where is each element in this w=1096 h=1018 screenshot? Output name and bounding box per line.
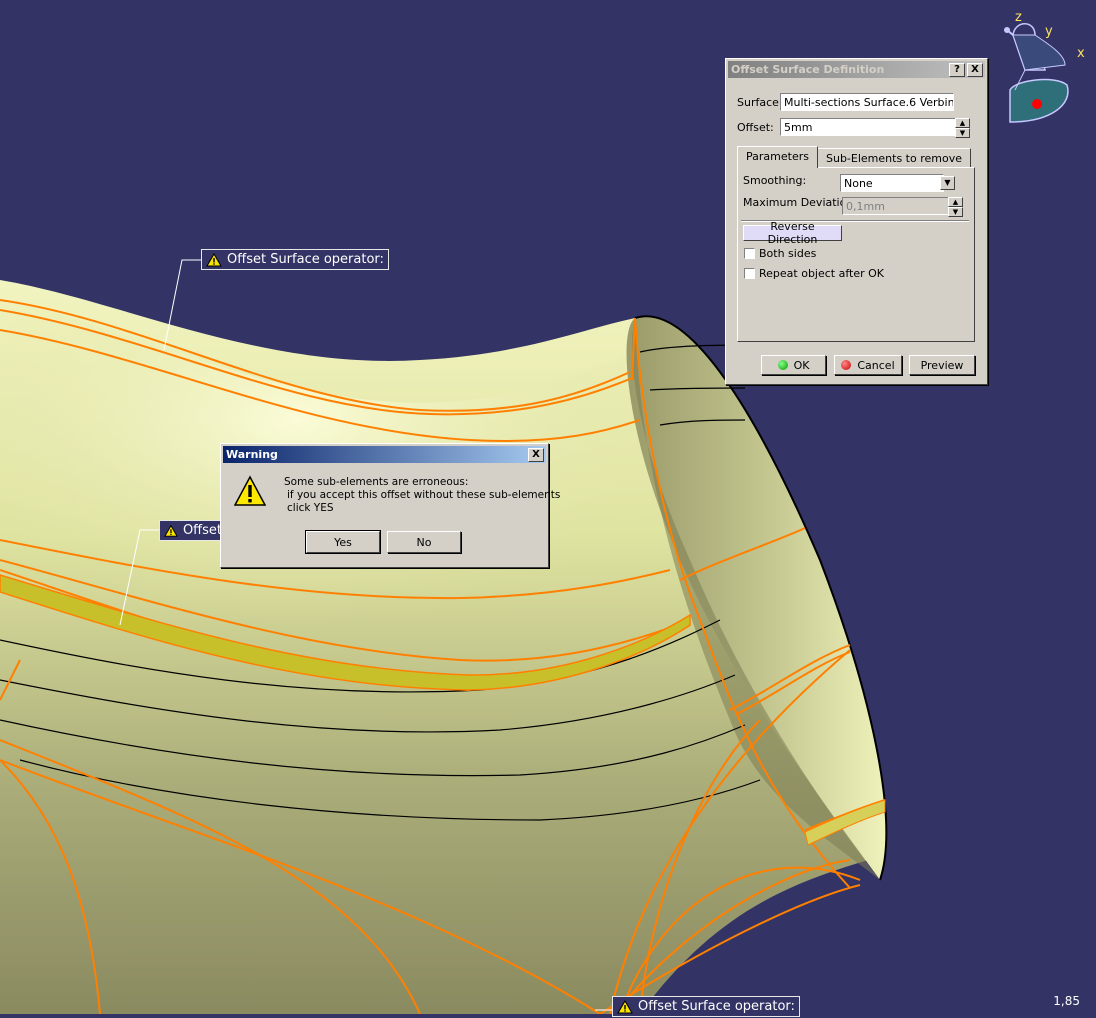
offset-surface-callout-1[interactable]: Offset Surface operator:	[201, 249, 389, 270]
cancel-label: Cancel	[857, 358, 895, 372]
warning-triangle-icon	[206, 252, 222, 266]
spin-down-icon[interactable]: ▼	[955, 128, 970, 138]
warning-triangle-icon	[617, 999, 633, 1013]
warning-titlebar[interactable]: Warning X	[223, 446, 546, 463]
warning-title: Warning	[226, 448, 278, 461]
spin-up-icon[interactable]: ▲	[955, 118, 970, 128]
both-sides-checkbox[interactable]	[744, 248, 755, 259]
ok-button[interactable]: OK	[761, 355, 826, 375]
repeat-object-checkbox[interactable]	[744, 268, 755, 279]
compass-y-label: y	[1045, 24, 1053, 39]
zoom-readout: 1,85	[1053, 994, 1080, 1008]
cancel-button[interactable]: Cancel	[834, 355, 902, 375]
compass-icon[interactable]	[995, 10, 1090, 125]
warning-line-3: click YES	[287, 502, 334, 514]
tab-sub-elements-to-remove[interactable]: Sub-Elements to remove	[817, 148, 971, 168]
max-deviation-label: Maximum Deviation:	[743, 196, 858, 209]
offset-label: Offset:	[737, 121, 774, 134]
warning-close-button[interactable]: X	[528, 447, 544, 462]
cancel-icon	[841, 360, 852, 370]
warning-line-1: Some sub-elements are erroneous:	[284, 476, 469, 488]
warning-triangle-icon	[164, 524, 178, 537]
offset-surface-callout-2[interactable]: Offset	[159, 520, 227, 541]
callout-label: Offset Surface operator:	[227, 252, 384, 267]
surface-field[interactable]: Multi-sections Surface.6 Verbindung	[780, 93, 954, 111]
both-sides-label: Both sides	[759, 247, 817, 260]
max-deviation-field: 0,1mm	[842, 197, 949, 215]
warning-line-2: if you accept this offset without these …	[287, 489, 561, 501]
compass-x-label: x	[1077, 46, 1085, 61]
offset-spinner[interactable]: ▲ ▼	[955, 118, 970, 138]
compass-z-label: z	[1015, 10, 1022, 25]
help-button[interactable]: ?	[949, 62, 965, 77]
spin-down-icon: ▼	[948, 207, 963, 217]
smoothing-dropdown-button[interactable]: ▼	[940, 176, 955, 190]
surface-label: Surface:	[737, 96, 783, 109]
reverse-direction-button[interactable]: Reverse Direction	[743, 220, 842, 246]
max-deviation-spinner: ▲ ▼	[948, 197, 963, 217]
dialog-titlebar[interactable]: Offset Surface Definition ? X	[728, 61, 985, 78]
repeat-object-label: Repeat object after OK	[759, 267, 885, 280]
no-button[interactable]: No	[387, 531, 461, 553]
close-button[interactable]: X	[967, 62, 983, 77]
smoothing-select[interactable]: None	[840, 174, 944, 192]
offset-surface-dialog[interactable]: Offset Surface Definition ? X Surface: M…	[725, 58, 988, 385]
warning-dialog[interactable]: Warning X Some sub-elements are erroneou…	[220, 443, 560, 568]
smoothing-label: Smoothing:	[743, 174, 807, 187]
offset-field[interactable]: 5mm	[780, 118, 956, 136]
ok-icon	[777, 360, 788, 370]
callout-label: Offset	[182, 523, 222, 538]
parameters-panel: Smoothing: None ▼ Maximum Deviation: 0,1…	[737, 167, 975, 342]
yes-button[interactable]: Yes	[305, 530, 381, 554]
spin-up-icon: ▲	[948, 197, 963, 207]
preview-button[interactable]: Preview	[909, 355, 975, 375]
tab-parameters[interactable]: Parameters	[737, 146, 818, 168]
warning-icon	[234, 475, 266, 506]
callout-label: Offset Surface operator:	[638, 999, 795, 1014]
chevron-down-icon[interactable]: ▼	[940, 176, 955, 190]
dialog-title: Offset Surface Definition	[731, 63, 885, 76]
ok-label: OK	[793, 358, 810, 372]
